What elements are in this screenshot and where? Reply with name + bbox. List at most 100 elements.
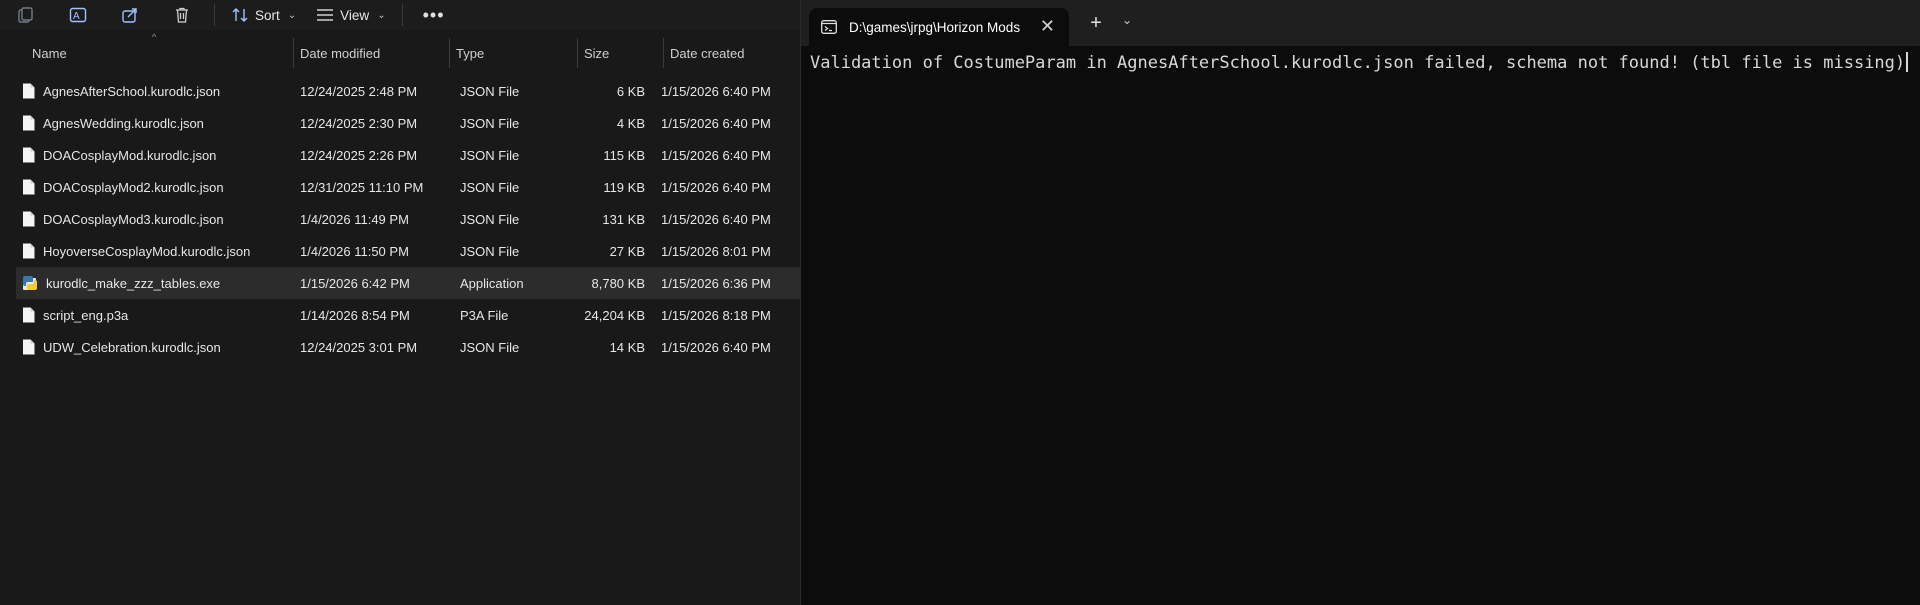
terminal-tab-bar: D:\games\jrpg\Horizon Mods ✕ + ⌄ [801, 0, 1920, 46]
document-icon [23, 307, 35, 323]
toolbar-divider [401, 4, 403, 26]
file-name: DOACosplayMod.kurodlc.json [43, 147, 217, 163]
file-type: P3A File [460, 307, 509, 323]
delete-icon [176, 7, 188, 23]
file-name: DOACosplayMod3.kurodlc.json [43, 211, 224, 227]
file-type: JSON File [460, 339, 520, 355]
terminal-output[interactable]: Validation of CostumeParam in AgnesAfter… [810, 52, 1909, 73]
file-row[interactable]: AgnesWedding.kurodlc.json 12/24/2025 2:3… [16, 107, 800, 139]
document-icon [23, 211, 35, 227]
file-size: 8,780 KB [591, 275, 646, 291]
share-icon [122, 8, 137, 23]
file-date-modified: 1/4/2026 11:50 PM [300, 243, 409, 259]
file-row-selected[interactable]: kurodlc_make_zzz_tables.exe 1/15/2026 6:… [16, 267, 800, 299]
view-button[interactable]: View ⌄ [306, 0, 395, 30]
file-date-modified: 1/14/2026 8:54 PM [300, 307, 410, 323]
file-name: AgnesAfterSchool.kurodlc.json [43, 83, 221, 99]
rename-icon: A [69, 7, 87, 23]
new-tab-button[interactable]: + [1083, 12, 1109, 35]
copy-button[interactable] [0, 0, 52, 30]
terminal-tab[interactable]: D:\games\jrpg\Horizon Mods ✕ [809, 8, 1069, 46]
column-header-row: ^ Name Date modified Type Size Date crea… [0, 32, 800, 68]
file-size: 4 KB [616, 115, 645, 131]
file-type: JSON File [460, 147, 520, 163]
plus-icon: + [1090, 12, 1102, 34]
file-date-modified: 12/24/2025 3:01 PM [300, 339, 418, 355]
view-icon [317, 9, 334, 21]
terminal-output-text: Validation of CostumeParam in AgnesAfter… [810, 53, 1906, 73]
file-date-modified: 1/15/2026 6:42 PM [300, 275, 410, 291]
document-icon [23, 243, 35, 259]
sort-button[interactable]: Sort ⌄ [221, 0, 306, 30]
sort-caret-icon: ^ [152, 32, 157, 42]
file-row[interactable]: AgnesAfterSchool.kurodlc.json 12/24/2025… [16, 75, 800, 107]
column-header-date-created[interactable]: Date created [664, 38, 800, 68]
file-type: Application [460, 275, 524, 291]
column-header-name[interactable]: ^ Name [0, 32, 294, 68]
more-options-button[interactable]: ••• [409, 0, 459, 30]
sort-icon [232, 8, 248, 22]
file-row[interactable]: DOACosplayMod.kurodlc.json 12/24/2025 2:… [16, 139, 800, 171]
terminal-icon [821, 20, 837, 34]
file-date-created: 1/15/2026 6:40 PM [661, 83, 771, 99]
chevron-down-icon: ⌄ [287, 9, 297, 21]
file-date-modified: 1/4/2026 11:49 PM [300, 211, 409, 227]
document-icon [23, 179, 35, 195]
terminal-tab-title: D:\games\jrpg\Horizon Mods [849, 19, 1021, 35]
file-row[interactable]: script_eng.p3a 1/14/2026 8:54 PM P3A Fil… [16, 299, 800, 331]
more-icon: ••• [422, 4, 445, 25]
file-date-modified: 12/24/2025 2:48 PM [300, 83, 418, 99]
file-name: DOACosplayMod2.kurodlc.json [43, 179, 224, 195]
terminal-window: D:\games\jrpg\Horizon Mods ✕ + ⌄ Validat… [800, 0, 1920, 605]
file-date-created: 1/15/2026 8:01 PM [661, 243, 771, 259]
chevron-down-icon: ⌄ [377, 9, 386, 21]
file-size: 6 KB [616, 83, 645, 99]
file-row[interactable]: UDW_Celebration.kurodlc.json 12/24/2025 … [16, 331, 800, 363]
file-row[interactable]: HoyoverseCosplayMod.kurodlc.json 1/4/202… [16, 235, 800, 267]
file-name: UDW_Celebration.kurodlc.json [43, 339, 221, 355]
tab-dropdown-button[interactable]: ⌄ [1117, 13, 1137, 27]
file-size: 27 KB [609, 243, 645, 259]
column-date-modified-label: Date modified [300, 45, 381, 61]
file-type: JSON File [460, 211, 520, 227]
file-size: 24,204 KB [584, 307, 645, 323]
file-date-modified: 12/31/2025 11:10 PM [300, 179, 424, 195]
rename-button[interactable]: A [52, 0, 104, 30]
document-icon [23, 115, 35, 131]
delete-button[interactable] [156, 0, 208, 30]
column-type-label: Type [456, 45, 485, 61]
text-cursor [1906, 52, 1909, 72]
file-type: JSON File [460, 243, 520, 259]
svg-text:A: A [73, 11, 80, 22]
file-name: HoyoverseCosplayMod.kurodlc.json [43, 243, 251, 259]
column-header-type[interactable]: Type [450, 38, 578, 68]
column-header-date-modified[interactable]: Date modified [294, 38, 450, 68]
close-icon[interactable]: ✕ [1040, 16, 1055, 37]
sort-label: Sort [255, 7, 280, 23]
file-size: 14 KB [609, 339, 645, 355]
file-size: 115 KB [603, 147, 645, 163]
share-button[interactable] [104, 0, 156, 30]
file-date-created: 1/15/2026 8:18 PM [661, 307, 771, 323]
file-explorer: A Sort ⌄ View ⌄ ••• ^ Name Date modified… [0, 0, 800, 605]
file-date-created: 1/15/2026 6:36 PM [661, 275, 771, 291]
file-date-modified: 12/24/2025 2:30 PM [300, 115, 418, 131]
chevron-down-icon: ⌄ [1121, 13, 1133, 27]
file-type: JSON File [460, 115, 520, 131]
document-icon [23, 339, 35, 355]
file-row[interactable]: DOACosplayMod3.kurodlc.json 1/4/2026 11:… [16, 203, 800, 235]
file-date-created: 1/15/2026 6:40 PM [661, 147, 771, 163]
column-header-size[interactable]: Size [578, 38, 664, 68]
file-type: JSON File [460, 83, 520, 99]
file-row[interactable]: DOACosplayMod2.kurodlc.json 12/31/2025 1… [16, 171, 800, 203]
file-name: AgnesWedding.kurodlc.json [43, 115, 204, 131]
column-date-created-label: Date created [670, 45, 745, 61]
document-icon [23, 147, 35, 163]
file-date-created: 1/15/2026 6:40 PM [661, 115, 771, 131]
python-exe-icon [23, 276, 37, 290]
file-name: script_eng.p3a [43, 307, 129, 323]
copy-icon [18, 7, 33, 23]
file-date-modified: 12/24/2025 2:26 PM [300, 147, 418, 163]
file-date-created: 1/15/2026 6:40 PM [661, 211, 771, 227]
toolbar-divider [214, 4, 215, 26]
